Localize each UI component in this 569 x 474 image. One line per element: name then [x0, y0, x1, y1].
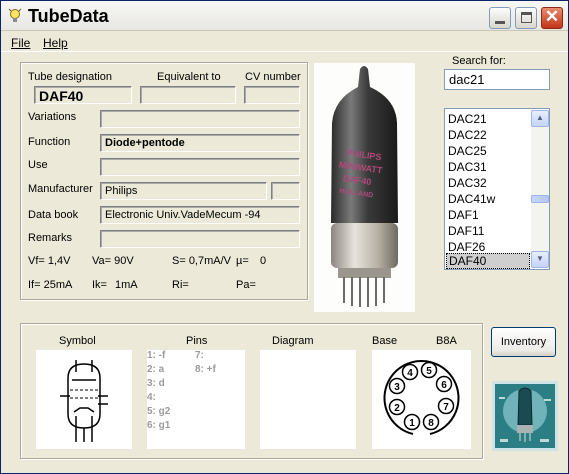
- list-item-dac31[interactable]: DAC31: [446, 159, 530, 175]
- manufacturer-code-field[interactable]: [271, 182, 300, 200]
- menu-bar: File Help: [1, 32, 568, 52]
- diagram-label: Diagram: [272, 335, 314, 347]
- menu-help[interactable]: Help: [43, 36, 68, 50]
- menu-file[interactable]: File: [11, 36, 30, 50]
- logo-icon: [492, 381, 558, 451]
- menu-file-label: File: [11, 36, 31, 50]
- databook-label: Data book: [28, 209, 79, 221]
- s-value: S= 0,7mA/V: [172, 255, 232, 267]
- pin-2: 2: a: [147, 364, 165, 375]
- manufacturer-value: Philips: [105, 185, 138, 197]
- ik-label: Ik=: [92, 279, 107, 291]
- base-panel: 1 2 3 4 5 6 7 8: [372, 350, 471, 449]
- designation-label: Tube designation: [28, 71, 112, 83]
- function-value: Diode+pentode: [105, 137, 185, 149]
- use-label: Use: [28, 159, 48, 171]
- remarks-label: Remarks: [28, 232, 73, 244]
- ik-value: 1mA: [115, 279, 138, 291]
- scroll-up-icon: ▲: [536, 113, 544, 122]
- base-pin-4: 4: [407, 368, 413, 379]
- tube-listbox[interactable]: DAC21 DAC22 DAC25 DAC31 DAC32 DAC41w DAF…: [444, 108, 550, 270]
- list-item-dac21[interactable]: DAC21: [446, 111, 530, 127]
- close-button[interactable]: ✕: [541, 7, 563, 29]
- function-field[interactable]: Diode+pentode: [100, 134, 300, 152]
- base-pin-8: 8: [428, 418, 434, 429]
- base-label: Base: [372, 335, 398, 347]
- databook-field[interactable]: Electronic Univ.VadeMecum -94: [100, 206, 300, 224]
- search-label: Search for:: [452, 55, 506, 67]
- list-scrollbar[interactable]: ▲ ▼: [531, 110, 549, 268]
- list-item-dac22[interactable]: DAC22: [446, 127, 530, 143]
- pin-4: 4:: [147, 392, 156, 403]
- tube-photo-image: PHILIPS MINIWATT DAF40 HOLLAND: [331, 66, 398, 307]
- diagram-panel: [260, 350, 356, 449]
- tube-photo: PHILIPS MINIWATT DAF40 HOLLAND: [314, 63, 415, 312]
- symbol-panel: [36, 350, 132, 449]
- close-icon: ✕: [544, 7, 560, 26]
- pa-value: Pa=: [236, 279, 256, 291]
- pin-7: 7:: [195, 350, 204, 361]
- cv-number-label: CV number: [245, 71, 301, 83]
- mu-value: 0: [260, 255, 267, 267]
- manufacturer-label: Manufacturer: [28, 183, 93, 195]
- function-label: Function: [28, 136, 71, 148]
- base-pin-1: 1: [409, 418, 415, 429]
- pin-3: 3: d: [147, 378, 165, 389]
- scroll-up-button[interactable]: ▲: [531, 110, 549, 127]
- maximize-icon: [521, 12, 532, 23]
- minimize-icon: [495, 21, 505, 24]
- tubedata-window: TubeData ✕ File Help Tube designation Eq…: [0, 0, 569, 474]
- pins-panel: 1: -f 2: a 3: d 4: 5: g2 6: g1 7: 8: +f: [147, 350, 245, 449]
- variations-label: Variations: [28, 111, 77, 123]
- bulb-icon: [8, 8, 22, 22]
- pins-label: Pins: [186, 335, 208, 347]
- symbol-label: Symbol: [59, 335, 96, 347]
- ri-value: Ri=: [172, 279, 189, 291]
- inventory-button[interactable]: Inventory: [491, 327, 556, 357]
- pin-8: 8: +f: [195, 364, 216, 375]
- pin-6: 6: g1: [147, 420, 171, 431]
- designation-field[interactable]: DAF40: [34, 86, 132, 104]
- base-pin-6: 6: [441, 380, 447, 391]
- search-input[interactable]: [444, 69, 550, 90]
- scroll-thumb[interactable]: [531, 195, 549, 203]
- base-pin-7: 7: [443, 402, 449, 413]
- tube-symbol-icon: [60, 360, 108, 442]
- base-pin-diagram-icon: 1 2 3 4 5 6 7 8: [383, 360, 460, 435]
- minimize-button[interactable]: [489, 7, 511, 29]
- list-item-dac25[interactable]: DAC25: [446, 143, 530, 159]
- manufacturer-field[interactable]: Philips: [100, 182, 267, 200]
- base-type: B8A: [436, 335, 457, 347]
- list-item-daf1[interactable]: DAF1: [446, 207, 530, 223]
- variations-field[interactable]: [100, 110, 300, 128]
- base-pin-3: 3: [394, 382, 400, 393]
- scroll-down-icon: ▼: [536, 254, 544, 263]
- menu-help-label: Help: [43, 36, 68, 50]
- pin-5: 5: g2: [147, 406, 171, 417]
- scroll-down-button[interactable]: ▼: [531, 251, 549, 268]
- cv-number-field[interactable]: [244, 86, 300, 104]
- designation-value: DAF40: [39, 88, 84, 104]
- list-item-daf40[interactable]: DAF40: [446, 253, 530, 269]
- databook-value: Electronic Univ.VadeMecum -94: [105, 209, 261, 221]
- list-item-daf11[interactable]: DAF11: [446, 223, 530, 239]
- logo: [492, 381, 558, 451]
- vf-value: Vf= 1,4V: [28, 255, 71, 267]
- maximize-button[interactable]: [515, 7, 537, 29]
- list-item-dac41w[interactable]: DAC41w: [446, 191, 530, 207]
- if-value: If= 25mA: [28, 279, 73, 291]
- base-pin-2: 2: [394, 403, 400, 414]
- equivalent-label: Equivalent to: [157, 71, 221, 83]
- window-title: TubeData: [28, 6, 109, 26]
- use-field[interactable]: [100, 158, 300, 176]
- title-bar[interactable]: TubeData ✕: [1, 1, 568, 31]
- mu-label: µ=: [236, 255, 249, 267]
- remarks-field[interactable]: [100, 230, 300, 248]
- va-value: Va= 90V: [92, 255, 134, 267]
- list-item-dac32[interactable]: DAC32: [446, 175, 530, 191]
- pin-1: 1: -f: [147, 350, 166, 361]
- base-pin-5: 5: [426, 366, 432, 377]
- equivalent-field[interactable]: [140, 86, 236, 104]
